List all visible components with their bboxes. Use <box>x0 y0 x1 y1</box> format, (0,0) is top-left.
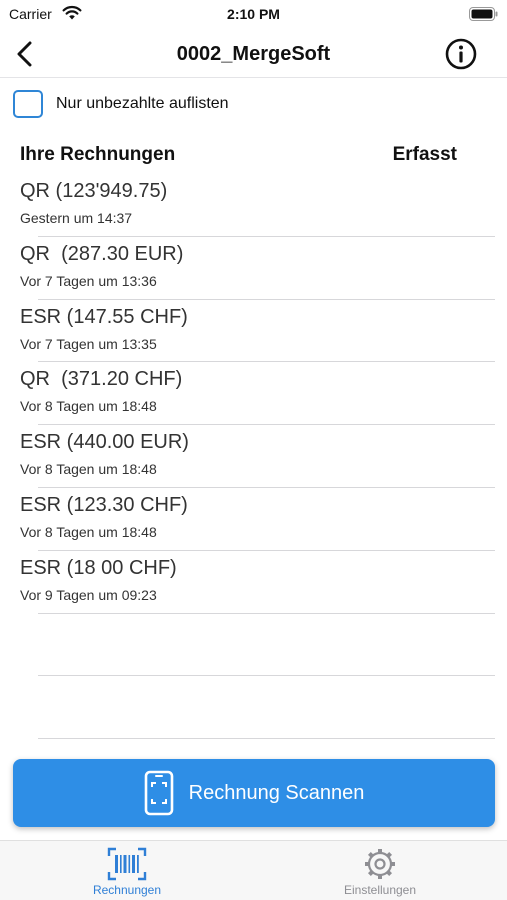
invoice-date: Vor 8 Tagen um 18:48 <box>20 523 157 540</box>
invoice-date: Gestern um 14:37 <box>20 210 133 226</box>
empty-row <box>0 676 507 740</box>
empty-row <box>0 614 507 677</box>
list-header-captured: Erfasst <box>392 144 457 165</box>
tab-rechnungen[interactable]: Rechnungen <box>57 847 197 899</box>
battery-icon <box>469 7 498 21</box>
tab-rechnungen-label: Rechnungen <box>92 883 162 897</box>
invoice-date: Vor 9 Tagen um 09:23 <box>20 586 157 603</box>
invoice-title: ESR (440.00 EUR) <box>20 431 189 454</box>
invoice-title: QR (287.30 EUR) <box>20 242 184 265</box>
tab-einstellungen-label: Einstellungen <box>343 883 417 897</box>
phone-scan-icon <box>144 770 173 816</box>
list-header: Ihre Rechnungen Erfasst <box>0 144 507 170</box>
filter-unpaid[interactable]: Nur unbezahlte auflisten <box>13 90 229 118</box>
clock: 2:10 PM <box>227 6 280 22</box>
list-item[interactable]: ESR (147.55 CHF) Vor 7 Tagen um 13:35 <box>0 300 507 363</box>
list-item[interactable]: ESR (440.00 EUR) Vor 8 Tagen um 18:48 <box>0 425 507 488</box>
list-header-invoices: Ihre Rechnungen <box>20 144 176 165</box>
tab-bar: Rechnungen Einstellungen <box>0 840 507 900</box>
gear-icon <box>365 849 395 879</box>
invoice-list: QR (123'949.75) Gestern um 14:37 QR (287… <box>0 174 507 740</box>
invoice-title: ESR (123.30 CHF) <box>20 493 188 516</box>
invoice-date: Vor 8 Tagen um 18:48 <box>20 398 157 415</box>
invoice-title: ESR (18 00 CHF) <box>20 556 177 579</box>
scan-button-label: Rechnung Scannen <box>188 781 365 804</box>
page-title: 0002_MergeSoft <box>176 43 331 65</box>
unpaid-only-label: Nur unbezahlte auflisten <box>56 95 229 112</box>
row-divider <box>38 738 495 740</box>
invoice-title: QR (123'949.75) <box>20 180 168 202</box>
invoice-date: Vor 7 Tagen um 13:35 <box>20 335 157 352</box>
list-item[interactable]: QR (123'949.75) Gestern um 14:37 <box>0 174 507 237</box>
list-item[interactable]: QR (371.20 CHF) Vor 8 Tagen um 18:48 <box>0 362 507 426</box>
tab-einstellungen[interactable]: Einstellungen <box>310 847 450 899</box>
list-item[interactable]: ESR (123.30 CHF) Vor 8 Tagen um 18:48 <box>0 488 507 551</box>
status-bar: Carrier 2:10 PM <box>0 0 507 30</box>
list-item[interactable]: ESR (18 00 CHF) Vor 9 Tagen um 09:23 <box>0 551 507 614</box>
scan-invoice-button[interactable]: Rechnung Scannen <box>13 759 495 827</box>
barcode-icon <box>107 847 147 881</box>
invoice-title: QR (371.20 CHF) <box>20 368 183 391</box>
info-icon[interactable] <box>445 38 477 70</box>
invoice-date: Vor 8 Tagen um 18:48 <box>20 461 157 478</box>
list-item[interactable]: QR (287.30 EUR) Vor 7 Tagen um 13:36 <box>0 237 507 300</box>
invoice-date: Vor 7 Tagen um 13:36 <box>20 272 157 289</box>
nav-bar: 0002_MergeSoft <box>0 30 507 78</box>
invoice-title: ESR (147.55 CHF) <box>20 305 188 328</box>
unpaid-only-checkbox[interactable] <box>13 90 43 118</box>
